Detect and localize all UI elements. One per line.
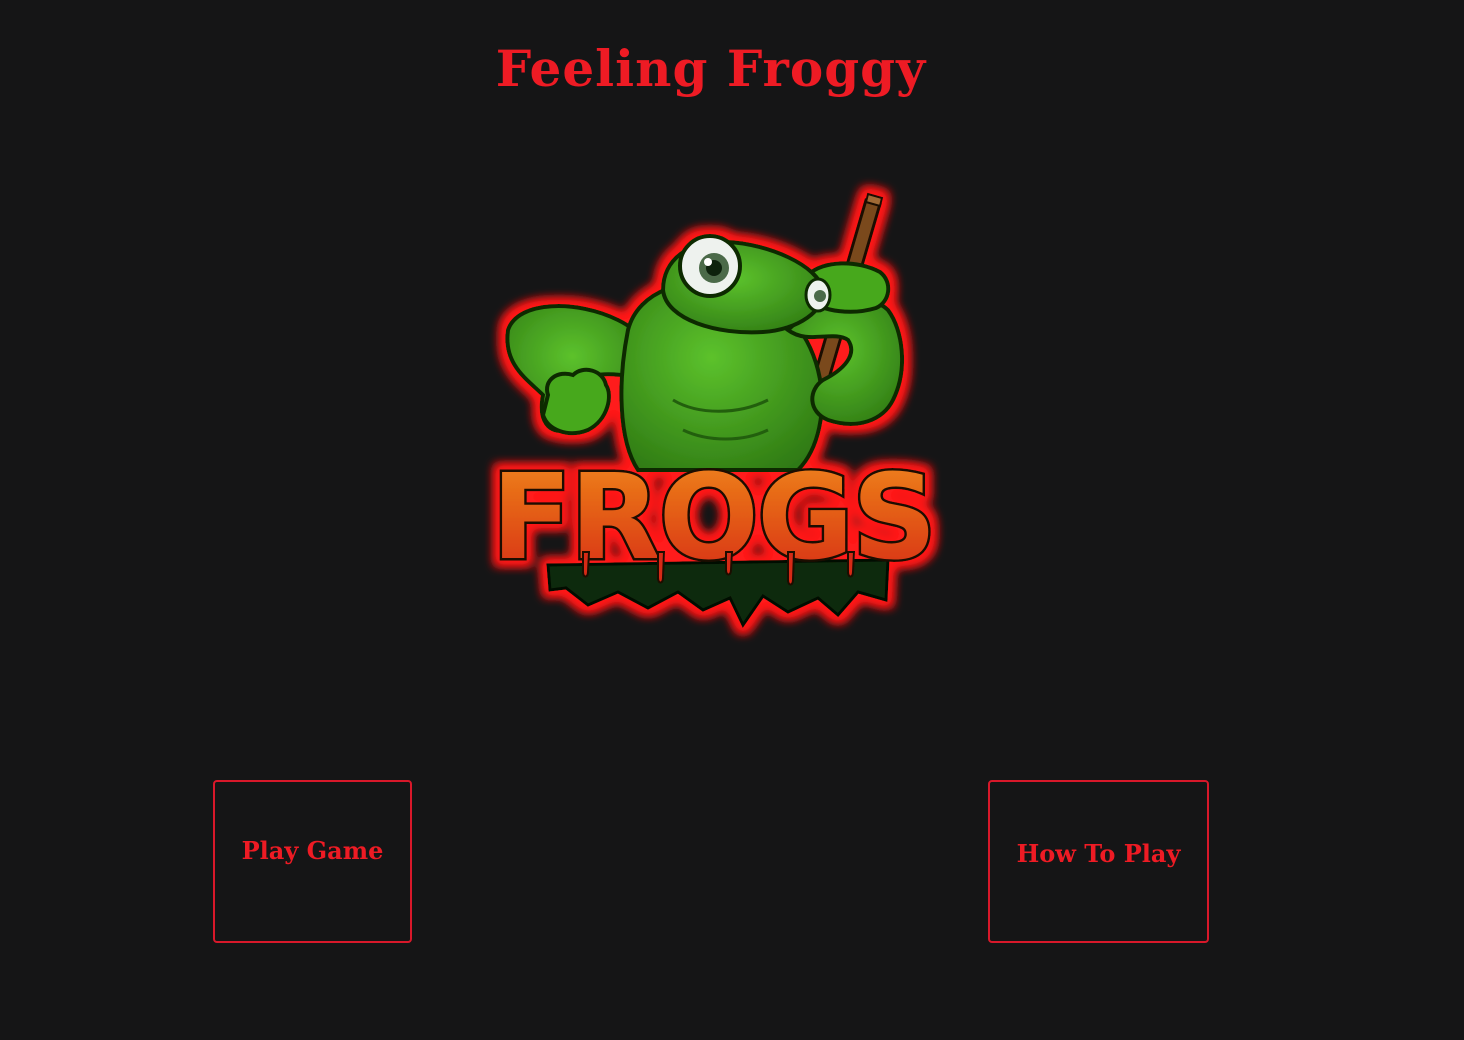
frogs-wordmark: FROGS	[491, 448, 935, 586]
frog-mascot-logo-icon: FROGS	[489, 192, 939, 628]
how-to-play-button[interactable]: How To Play	[988, 780, 1209, 943]
game-title: Feeling Froggy	[495, 39, 927, 98]
frogs-logo: FROGS	[488, 180, 939, 640]
play-game-button[interactable]: Play Game	[213, 780, 412, 943]
